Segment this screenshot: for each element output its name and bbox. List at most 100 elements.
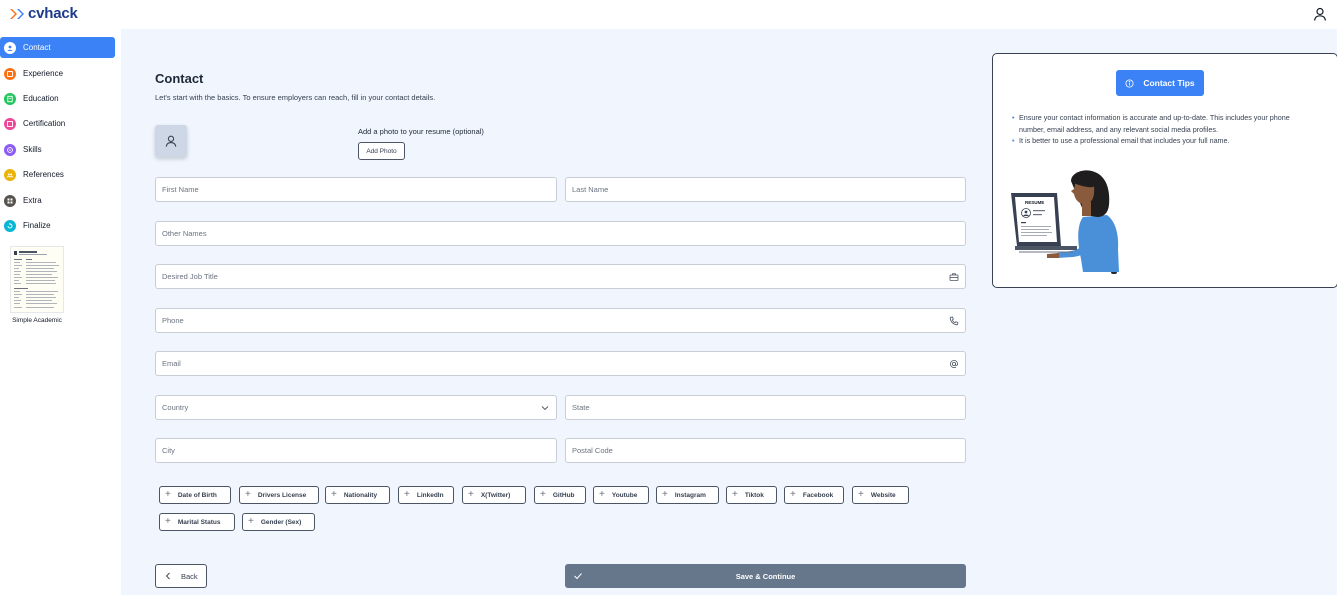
last-name-input[interactable] bbox=[572, 185, 959, 194]
last-name-field[interactable] bbox=[565, 177, 966, 202]
city-input[interactable] bbox=[162, 446, 550, 455]
info-icon bbox=[1125, 78, 1134, 88]
main-content: Contact Let's start with the basics. To … bbox=[121, 29, 1337, 595]
add-marital-status-chip[interactable]: + Marital Status bbox=[159, 513, 235, 531]
people-icon bbox=[4, 168, 16, 181]
sidebar-item-contact[interactable]: Contact bbox=[0, 37, 115, 58]
sidebar-item-extra[interactable]: Extra bbox=[0, 190, 115, 211]
sidebar-item-label: Contact bbox=[23, 43, 51, 52]
add-github-chip[interactable]: + GitHub bbox=[534, 486, 586, 504]
add-tiktok-chip[interactable]: + Tiktok bbox=[726, 486, 777, 504]
contact-tips-panel: Contact Tips Ensure your contact informa… bbox=[992, 53, 1337, 288]
sidebar: Contact Experience Education Certificati… bbox=[0, 29, 121, 595]
add-drivers-license-chip[interactable]: + Drivers License bbox=[239, 486, 319, 504]
first-name-input[interactable] bbox=[162, 185, 550, 194]
sidebar-item-references[interactable]: References bbox=[0, 164, 115, 185]
email-input[interactable] bbox=[162, 359, 949, 368]
add-gender-chip[interactable]: + Gender (Sex) bbox=[242, 513, 315, 531]
add-date-of-birth-chip[interactable]: + Date of Birth bbox=[159, 486, 231, 504]
sidebar-item-finalize[interactable]: Finalize bbox=[0, 215, 115, 236]
sidebar-item-certification[interactable]: Certification bbox=[0, 113, 115, 134]
plus-icon: + bbox=[599, 489, 605, 500]
page-title: Contact bbox=[155, 71, 204, 86]
add-nationality-chip[interactable]: + Nationality bbox=[325, 486, 390, 504]
save-label: Save & Continue bbox=[735, 571, 796, 581]
plus-icon: + bbox=[165, 516, 171, 527]
contact-tips-button[interactable]: Contact Tips bbox=[1116, 70, 1204, 96]
state-field[interactable] bbox=[565, 395, 966, 420]
resume-illustration: RESUME bbox=[1011, 170, 1119, 274]
add-instagram-chip[interactable]: + Instagram bbox=[656, 486, 719, 504]
page-subtitle: Let's start with the basics. To ensure e… bbox=[155, 93, 436, 102]
add-photo-button[interactable]: Add Photo bbox=[358, 142, 405, 160]
chevron-down-icon bbox=[541, 405, 549, 410]
briefcase-icon bbox=[949, 272, 959, 281]
sidebar-item-education[interactable]: Education bbox=[0, 88, 115, 109]
sidebar-item-label: References bbox=[23, 170, 64, 179]
job-title-field[interactable] bbox=[155, 264, 966, 289]
sidebar-item-label: Skills bbox=[23, 145, 42, 154]
plus-icon: + bbox=[858, 489, 864, 500]
add-youtube-chip[interactable]: + Youtube bbox=[593, 486, 649, 504]
plus-icon: + bbox=[404, 489, 410, 500]
save-continue-button[interactable]: Save & Continue bbox=[565, 564, 966, 588]
illustration-resume-heading: RESUME bbox=[1025, 200, 1044, 205]
phone-input[interactable] bbox=[162, 316, 949, 325]
template-name: Simple Academic bbox=[12, 317, 62, 324]
tip-item: Ensure your contact information is accur… bbox=[1012, 112, 1312, 135]
refresh-icon bbox=[4, 219, 16, 232]
tips-list: Ensure your contact information is accur… bbox=[1012, 112, 1312, 147]
sidebar-item-experience[interactable]: Experience bbox=[0, 63, 115, 84]
add-twitter-chip[interactable]: + X(Twitter) bbox=[462, 486, 526, 504]
logo-mark-icon bbox=[10, 8, 24, 19]
email-field[interactable] bbox=[155, 351, 966, 376]
photo-label: Add a photo to your resume (optional) bbox=[358, 127, 484, 136]
plus-icon: + bbox=[732, 489, 738, 500]
plus-icon: + bbox=[790, 489, 796, 500]
top-bar: cvhack bbox=[0, 0, 1337, 29]
plus-icon: + bbox=[662, 489, 668, 500]
back-button[interactable]: Back bbox=[155, 564, 207, 588]
plus-icon: + bbox=[468, 489, 474, 500]
phone-field[interactable] bbox=[155, 308, 966, 333]
country-select-value: Country bbox=[162, 403, 189, 412]
other-names-field[interactable] bbox=[155, 221, 966, 246]
job-title-input[interactable] bbox=[162, 272, 949, 281]
briefcase-icon bbox=[4, 67, 16, 80]
sidebar-item-skills[interactable]: Skills bbox=[0, 139, 115, 160]
plus-icon: + bbox=[540, 489, 546, 500]
sidebar-item-label: Certification bbox=[23, 119, 66, 128]
plus-icon: + bbox=[331, 489, 337, 500]
certificate-icon bbox=[4, 117, 16, 130]
at-sign-icon bbox=[950, 359, 959, 368]
check-icon bbox=[574, 573, 582, 580]
back-label: Back bbox=[181, 571, 198, 581]
resume-preview-icon bbox=[14, 251, 59, 308]
sidebar-item-label: Finalize bbox=[23, 221, 51, 230]
sidebar-item-label: Extra bbox=[23, 196, 42, 205]
photo-placeholder[interactable] bbox=[155, 125, 187, 157]
add-website-chip[interactable]: + Website bbox=[852, 486, 909, 504]
target-icon bbox=[4, 143, 16, 156]
template-thumbnail[interactable] bbox=[10, 246, 64, 313]
postal-code-input[interactable] bbox=[572, 446, 959, 455]
app-logo[interactable]: cvhack bbox=[9, 5, 78, 22]
plus-icon: + bbox=[165, 489, 171, 500]
add-linkedin-chip[interactable]: + LinkedIn bbox=[398, 486, 454, 504]
chevron-left-icon bbox=[165, 572, 170, 580]
first-name-field[interactable] bbox=[155, 177, 557, 202]
contact-tips-label: Contact Tips bbox=[1143, 78, 1195, 88]
user-photo-icon bbox=[165, 135, 177, 147]
add-facebook-chip[interactable]: + Facebook bbox=[784, 486, 844, 504]
country-select[interactable]: Country bbox=[155, 395, 557, 420]
user-account-icon[interactable] bbox=[1312, 6, 1328, 22]
postal-code-field[interactable] bbox=[565, 438, 966, 463]
user-icon bbox=[4, 41, 16, 54]
city-field[interactable] bbox=[155, 438, 557, 463]
state-input[interactable] bbox=[572, 403, 959, 412]
plus-icon: + bbox=[245, 489, 251, 500]
phone-icon bbox=[949, 316, 959, 325]
other-names-input[interactable] bbox=[162, 229, 959, 238]
plus-icon: + bbox=[248, 516, 254, 527]
app-name: cvhack bbox=[28, 5, 78, 22]
